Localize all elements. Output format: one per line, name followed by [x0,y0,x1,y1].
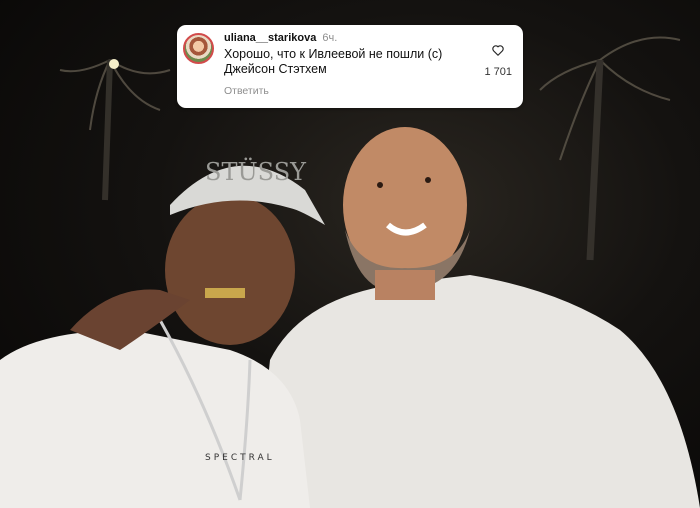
shirt-print-text: SPECTRAL [205,453,275,463]
avatar[interactable] [183,33,214,64]
comment-text: Хорошо, что к Ивлеевой не пошли (с) Джей… [224,47,443,76]
like-count: 1 701 [484,66,512,78]
comment-meta: uliana__starikova 6ч. [224,32,337,45]
reply-button[interactable]: Ответить [224,85,269,97]
light-glare [109,59,119,69]
heart-outline-icon[interactable] [491,43,505,57]
cap-logo-text: STÜSSY [205,157,307,186]
username-link[interactable]: uliana__starikova [224,32,316,44]
comment-card: uliana__starikova 6ч. Хорошо, что к Ивле… [177,25,523,108]
right-person [255,127,700,508]
comment-time: 6ч. [322,32,338,44]
left-person: STÜSSY SPECTRAL [0,157,325,508]
